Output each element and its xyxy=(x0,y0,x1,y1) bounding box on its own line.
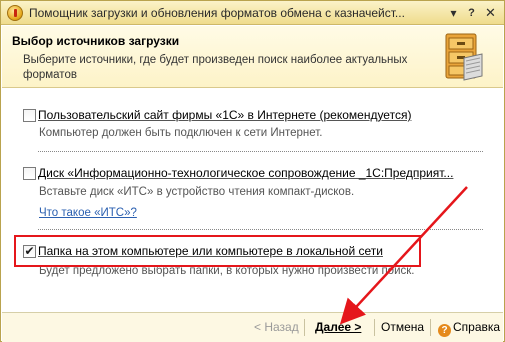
help-button-label: Справка xyxy=(453,320,501,334)
option-user-site-description: Компьютер должен быть подключен к сети И… xyxy=(39,127,323,139)
checkbox-its-disk[interactable] xyxy=(23,167,36,180)
page-title: Выбор источников загрузки xyxy=(12,34,180,48)
window-menu-button[interactable]: ▾ xyxy=(445,4,462,21)
close-icon[interactable]: ✕ xyxy=(482,4,499,21)
divider xyxy=(38,151,483,152)
divider xyxy=(38,229,483,230)
wizard-header: Выбор источников загрузки Выберите источ… xyxy=(2,26,503,88)
annotation-highlight-box xyxy=(14,235,421,267)
wizard-window: Помощник загрузки и обновления форматов … xyxy=(0,0,505,342)
button-separator xyxy=(304,319,305,336)
option-user-site-label[interactable]: Пользовательский сайт фирмы «1С» в Интер… xyxy=(38,108,411,122)
app-1c-icon xyxy=(7,5,23,21)
option-its-disk-description: Вставьте диск «ИТС» в устройство чтения … xyxy=(39,186,355,198)
help-icon: ? xyxy=(438,324,451,337)
window-help-button[interactable]: ? xyxy=(463,4,480,21)
cancel-button[interactable]: Отмена xyxy=(381,320,424,334)
next-button[interactable]: Далее > xyxy=(315,320,361,334)
what-is-its-link[interactable]: Что такое «ИТС»? xyxy=(39,207,137,219)
button-separator xyxy=(374,319,375,336)
back-button[interactable]: < Назад xyxy=(254,320,299,334)
title-bar[interactable]: Помощник загрузки и обновления форматов … xyxy=(1,1,504,25)
page-description: Выберите источники, где будет произведен… xyxy=(23,54,408,81)
wizard-footer: < Назад Далее > Отмена ? Справка xyxy=(2,313,503,342)
help-button[interactable]: ? Справка xyxy=(438,320,500,337)
checkbox-user-site[interactable] xyxy=(23,109,36,122)
button-separator xyxy=(430,319,431,336)
file-cabinet-icon xyxy=(445,33,483,81)
window-title: Помощник загрузки и обновления форматов … xyxy=(29,6,405,20)
option-its-disk-label[interactable]: Диск «Информационно-технологическое сопр… xyxy=(38,166,453,180)
